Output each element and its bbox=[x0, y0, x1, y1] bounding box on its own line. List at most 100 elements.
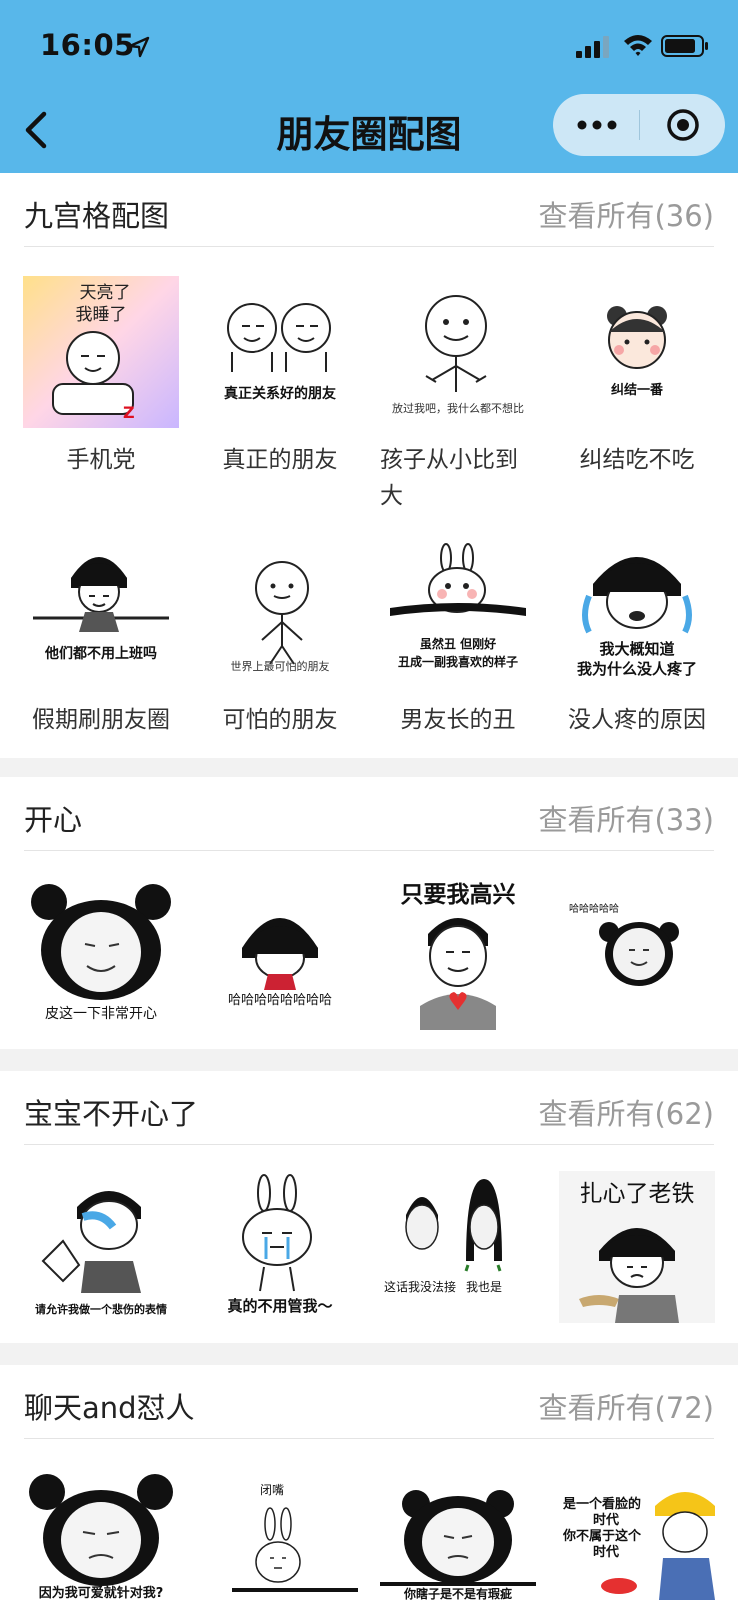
meme-image: Z 天亮了 我睡了 bbox=[23, 276, 179, 428]
image-text: 闭嘴 bbox=[260, 1483, 284, 1497]
section-grid-images: 九宫格配图 查看所有(36) Z 天亮了 我睡了 手机党 真正关系好的朋友 真正… bbox=[0, 173, 738, 758]
view-all-link[interactable]: 查看所有(36) bbox=[538, 193, 714, 235]
meme-image: 世界上最可怕的朋友 bbox=[202, 536, 358, 688]
image-text: 你不属于这个 bbox=[562, 1528, 642, 1544]
view-all-link[interactable]: 查看所有(33) bbox=[538, 797, 714, 839]
meme-image: 放过我吧，我什么都不想比 bbox=[380, 276, 536, 428]
list-item[interactable]: 请允许我做一个悲伤的表情 bbox=[23, 1171, 179, 1323]
item-caption: 孩子从小比到大 bbox=[380, 447, 518, 509]
list-item[interactable]: 他们都不用上班吗 假期刷朋友圈 bbox=[23, 536, 179, 738]
meme-image: 这话我没法接 我也是 bbox=[380, 1171, 536, 1323]
list-item[interactable]: 因为我可爱就针对我? bbox=[23, 1466, 179, 1600]
meme-image: 是一个看脸的 时代 你不属于这个 时代 bbox=[559, 1466, 715, 1600]
close-button[interactable] bbox=[640, 94, 725, 156]
image-text: 我睡了 bbox=[76, 305, 127, 325]
image-text: 哈哈哈哈哈哈哈哈 bbox=[228, 993, 332, 1008]
meme-image: 虽然丑 但刚好 丑成一副我喜欢的样子 bbox=[380, 536, 536, 688]
svg-text:Z: Z bbox=[123, 403, 135, 422]
image-text: 丑成一副我喜欢的样子 bbox=[398, 654, 518, 669]
list-item[interactable]: 虽然丑 但刚好 丑成一副我喜欢的样子 男友长的丑 bbox=[380, 536, 536, 738]
status-time: 16:05 bbox=[40, 28, 135, 62]
signal-icon bbox=[576, 36, 609, 58]
image-text: 扎心了老铁 bbox=[580, 1181, 695, 1207]
section-unhappy: 宝宝不开心了 查看所有(62) 请允许我做一个悲伤的表情 真的不用管我～ 这话我… bbox=[0, 1071, 738, 1343]
meme-image: 扎心了老铁 bbox=[559, 1171, 715, 1323]
section-header: 宝宝不开心了 查看所有(62) bbox=[24, 1071, 714, 1145]
image-text: 他们都不用上班吗 bbox=[44, 645, 157, 662]
image-text: 我也是 bbox=[466, 1280, 502, 1294]
image-text: 虽然丑 但刚好 bbox=[420, 636, 496, 651]
image-text: 时代 bbox=[593, 1544, 619, 1560]
meme-image: 纠结一番 bbox=[559, 276, 715, 428]
meme-image: 只要我高兴 bbox=[380, 878, 536, 1030]
list-item[interactable]: 真的不用管我～ bbox=[202, 1171, 358, 1323]
header: 16:05 朋友圈配图 bbox=[0, 0, 738, 173]
list-item[interactable]: 是一个看脸的 时代 你不属于这个 时代 bbox=[559, 1466, 715, 1600]
location-arrow-icon bbox=[128, 36, 150, 58]
image-text: 天亮了 bbox=[80, 283, 131, 303]
section-title: 九宫格配图 bbox=[24, 199, 170, 233]
mini-program-capsule bbox=[553, 94, 725, 156]
item-caption: 可怕的朋友 bbox=[222, 707, 338, 733]
image-text: 放过我吧，我什么都不想比 bbox=[392, 401, 524, 415]
list-item[interactable]: Z 天亮了 我睡了 手机党 bbox=[23, 276, 179, 478]
section-header: 聊天and怼人 查看所有(72) bbox=[24, 1365, 714, 1439]
meme-image: 因为我可爱就针对我? bbox=[23, 1466, 179, 1600]
section-header: 开心 查看所有(33) bbox=[24, 777, 714, 851]
status-bar: 16:05 bbox=[0, 0, 738, 90]
item-caption: 纠结吃不吃 bbox=[579, 447, 695, 473]
meme-image: 我大概知道 我为什么没人疼了 bbox=[559, 536, 715, 688]
item-caption: 没人疼的原因 bbox=[568, 707, 706, 733]
section-header: 九宫格配图 查看所有(36) bbox=[24, 173, 714, 247]
image-text: 世界上最可怕的朋友 bbox=[231, 659, 330, 673]
battery-icon bbox=[661, 35, 708, 57]
image-text: 我大概知道 bbox=[599, 640, 674, 658]
list-item[interactable]: 扎心了老铁 bbox=[559, 1171, 715, 1323]
section-chat-roast: 聊天and怼人 查看所有(72) 因为我可爱就针对我? 闭嘴 你瞎子是不是有瑕疵… bbox=[0, 1365, 738, 1600]
image-text: 你瞎子是不是有瑕疵 bbox=[403, 1586, 512, 1600]
image-text: 时代 bbox=[593, 1512, 619, 1528]
view-all-link[interactable]: 查看所有(72) bbox=[538, 1385, 714, 1427]
image-text: 因为我可爱就针对我? bbox=[39, 1585, 164, 1600]
section-title: 宝宝不开心了 bbox=[24, 1097, 199, 1131]
list-item[interactable]: 你瞎子是不是有瑕疵 bbox=[380, 1466, 536, 1600]
list-item[interactable]: 只要我高兴 bbox=[380, 878, 536, 1030]
list-item[interactable]: 世界上最可怕的朋友 可怕的朋友 bbox=[202, 536, 358, 738]
list-item[interactable]: 纠结一番 纠结吃不吃 bbox=[559, 276, 715, 478]
list-item[interactable]: 放过我吧，我什么都不想比 孩子从小比到大 bbox=[380, 276, 536, 514]
view-all-link[interactable]: 查看所有(62) bbox=[538, 1091, 714, 1133]
wifi-icon bbox=[624, 35, 652, 56]
meme-image: 哈哈哈哈哈哈哈哈 bbox=[202, 878, 358, 1030]
item-caption: 手机党 bbox=[66, 447, 136, 473]
section-happy: 开心 查看所有(33) 皮这一下非常开心 哈哈哈哈哈哈哈哈 只要我高兴 哈哈哈哈… bbox=[0, 777, 738, 1049]
image-text: 真正关系好的朋友 bbox=[224, 385, 336, 402]
item-caption: 男友长的丑 bbox=[400, 707, 516, 733]
item-caption: 假期刷朋友圈 bbox=[32, 707, 170, 733]
list-item[interactable]: 哈哈哈哈哈 bbox=[559, 878, 715, 1030]
list-item[interactable]: 真正关系好的朋友 真正的朋友 bbox=[202, 276, 358, 478]
target-close-icon bbox=[667, 109, 699, 141]
image-text: 只要我高兴 bbox=[401, 881, 516, 908]
image-text: 真的不用管我～ bbox=[227, 1297, 332, 1315]
image-text: 是一个看脸的 bbox=[562, 1496, 641, 1512]
image-text: 纠结一番 bbox=[611, 382, 664, 398]
meme-image: 他们都不用上班吗 bbox=[23, 536, 179, 688]
more-dots-icon bbox=[577, 120, 617, 130]
meme-image: 请允许我做一个悲伤的表情 bbox=[23, 1171, 179, 1323]
image-text: 皮这一下非常开心 bbox=[45, 1005, 157, 1022]
more-button[interactable] bbox=[553, 94, 639, 156]
meme-image: 你瞎子是不是有瑕疵 bbox=[380, 1466, 536, 1600]
item-caption: 真正的朋友 bbox=[222, 447, 338, 473]
image-text: 我为什么没人疼了 bbox=[577, 660, 697, 678]
meme-image: 哈哈哈哈哈 bbox=[559, 878, 715, 1030]
list-item[interactable]: 这话我没法接 我也是 bbox=[380, 1171, 536, 1323]
list-item[interactable]: 闭嘴 bbox=[202, 1466, 358, 1600]
list-item[interactable]: 我大概知道 我为什么没人疼了 没人疼的原因 bbox=[559, 536, 715, 738]
meme-image: 闭嘴 bbox=[202, 1466, 358, 1600]
list-item[interactable]: 皮这一下非常开心 bbox=[23, 878, 179, 1030]
meme-image: 真正关系好的朋友 bbox=[202, 276, 358, 428]
meme-image: 皮这一下非常开心 bbox=[23, 878, 179, 1030]
list-item[interactable]: 哈哈哈哈哈哈哈哈 bbox=[202, 878, 358, 1030]
image-text: 哈哈哈哈哈 bbox=[569, 902, 619, 915]
section-title: 聊天and怼人 bbox=[24, 1391, 195, 1425]
